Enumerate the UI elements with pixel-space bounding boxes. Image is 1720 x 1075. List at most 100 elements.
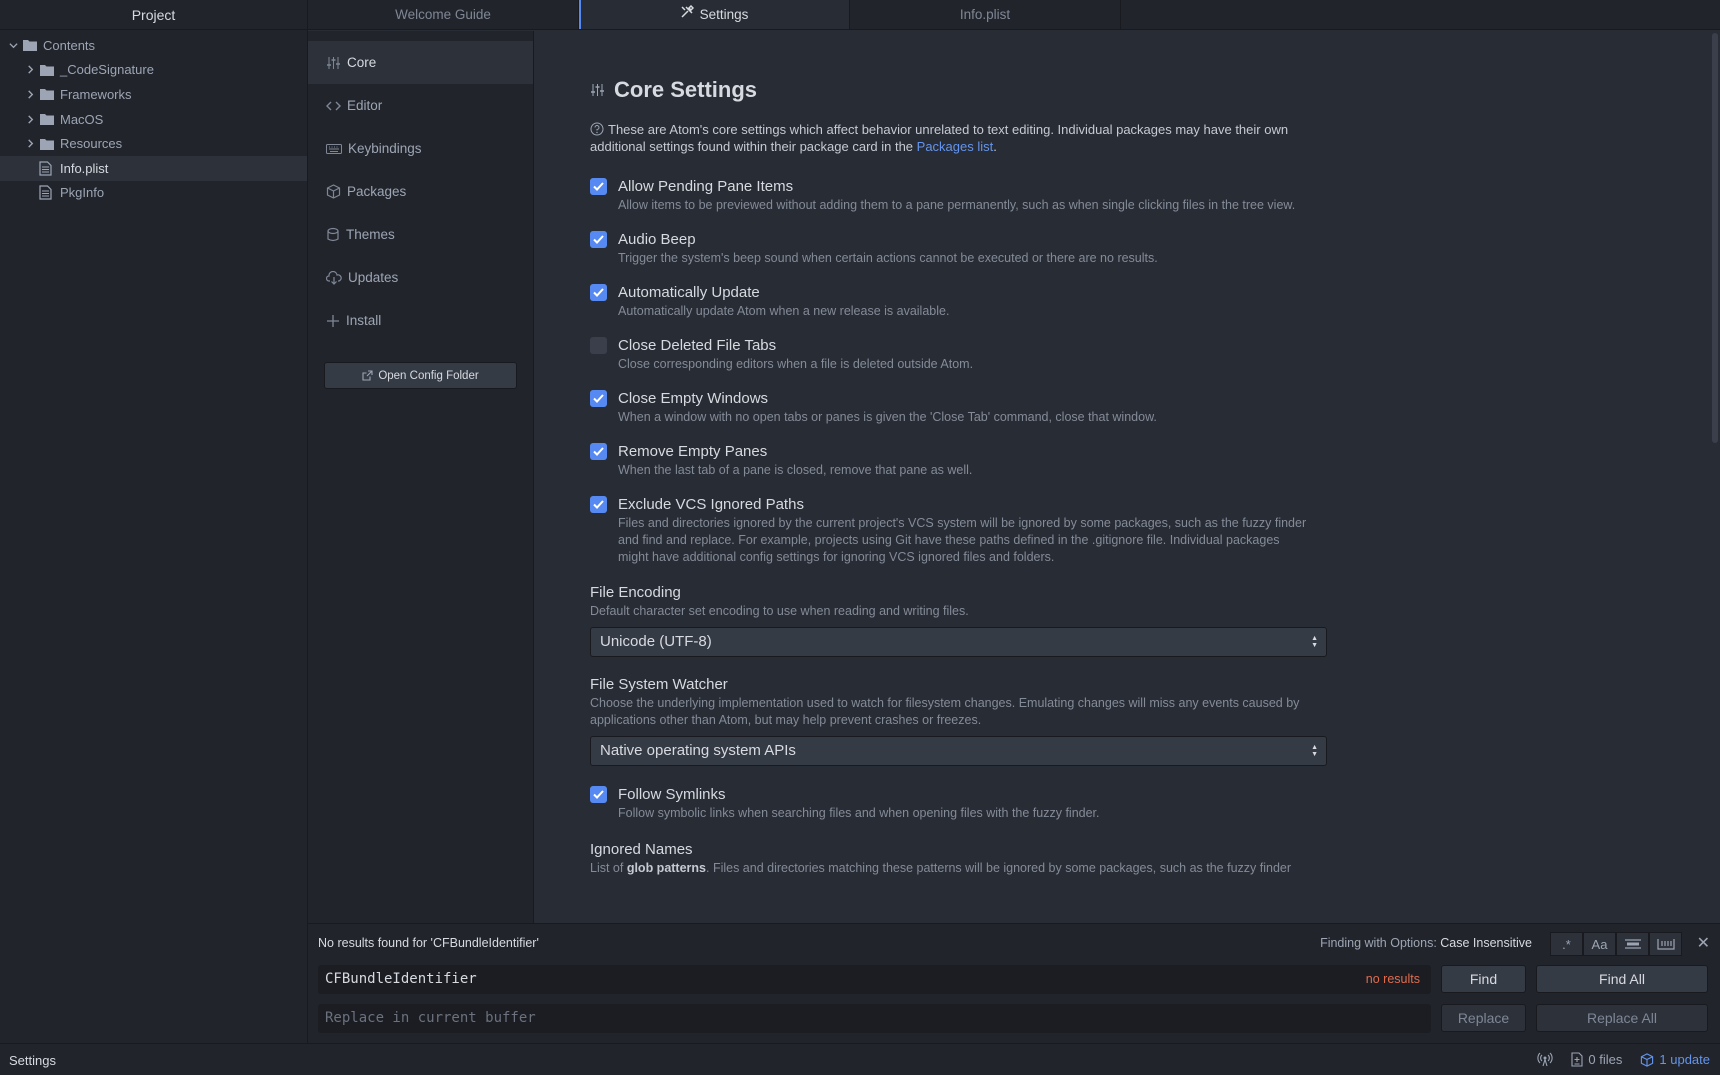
close-icon[interactable]: ✕ — [1697, 933, 1710, 953]
setting-title[interactable]: Remove Empty Panes — [618, 442, 1308, 461]
case-sensitive-toggle[interactable]: Aa — [1583, 932, 1616, 956]
no-results-badge: no results — [1365, 972, 1420, 986]
chevron-right-icon[interactable] — [23, 139, 37, 148]
checkbox[interactable] — [590, 390, 607, 407]
scrollbar[interactable] — [1712, 33, 1718, 443]
package-icon — [1641, 1052, 1654, 1067]
intro-end: . — [993, 139, 997, 154]
setting-title[interactable]: Close Deleted File Tabs — [618, 336, 1308, 355]
nav-item-updates[interactable]: Updates — [308, 256, 533, 299]
replace-all-button[interactable]: Replace All — [1536, 1004, 1708, 1032]
tab-label: Welcome Guide — [395, 6, 491, 22]
setting-desc: Files and directories ignored by the cur… — [618, 516, 1307, 564]
setting-remove-empty-panes: Remove Empty Panes When the last tab of a… — [590, 442, 1720, 479]
code-icon — [326, 101, 341, 110]
tree-item-macos[interactable]: MacOS — [0, 107, 307, 132]
paintcan-icon — [327, 227, 339, 242]
setting-desc: When a window with no open tabs or panes… — [618, 410, 1157, 424]
tab-welcome-guide[interactable]: Welcome Guide — [308, 0, 579, 29]
nav-item-editor[interactable]: Editor — [308, 84, 533, 127]
setting-close-deleted-file-tabs: Close Deleted File Tabs Close correspondi… — [590, 336, 1720, 373]
tools-icon — [680, 0, 694, 30]
nav-item-themes[interactable]: Themes — [308, 213, 533, 256]
options-value: Case Insensitive — [1440, 936, 1532, 950]
setting-file-encoding: File Encoding Default character set enco… — [590, 583, 1720, 657]
package-icon — [326, 184, 341, 199]
tab-settings[interactable]: Settings — [579, 0, 850, 29]
regex-icon: .* — [1562, 936, 1571, 952]
tree-header[interactable]: Project — [0, 0, 307, 30]
whole-word-toggle[interactable] — [1649, 932, 1682, 956]
git-files-status[interactable]: 0 files — [1571, 1052, 1622, 1067]
replace-input[interactable]: Replace in current buffer — [318, 1004, 1431, 1033]
page-title-text: Core Settings — [614, 77, 758, 102]
core-settings-panel: Core Settings These are Atom's core sett… — [535, 31, 1720, 923]
file-diff-icon — [1571, 1052, 1583, 1067]
folder-icon — [39, 86, 55, 102]
replace-button[interactable]: Replace — [1441, 1004, 1526, 1032]
tree-root[interactable]: Contents — [0, 33, 307, 58]
chevron-right-icon[interactable] — [23, 115, 37, 124]
broadcast-icon[interactable] — [1537, 1052, 1554, 1067]
nav-item-keybindings[interactable]: Keybindings — [308, 127, 533, 170]
chevron-down-icon[interactable] — [6, 41, 20, 50]
nav-label: Packages — [347, 184, 407, 199]
find-input[interactable]: CFBundleIdentifier no results — [318, 965, 1431, 994]
case-icon: Aa — [1591, 936, 1608, 952]
setting-desc: Default character set encoding to use wh… — [590, 604, 969, 618]
checkbox[interactable] — [590, 443, 607, 460]
tree-item-info-plist[interactable]: Info.plist — [0, 155, 307, 181]
find-all-button[interactable]: Find All — [1536, 965, 1708, 993]
tree-item-label: Frameworks — [60, 86, 132, 102]
folder-icon — [39, 62, 55, 78]
checkbox[interactable] — [590, 178, 607, 195]
tree-item-codesignature[interactable]: _CodeSignature — [0, 58, 307, 83]
select-arrows-icon: ▲ ▼ — [1311, 744, 1318, 758]
checkbox[interactable] — [590, 231, 607, 248]
checkbox[interactable] — [590, 786, 607, 803]
selection-only-toggle[interactable] — [1616, 932, 1649, 956]
sliders-icon — [327, 56, 340, 69]
status-left-label[interactable]: Settings — [9, 1053, 56, 1068]
check-icon — [593, 182, 604, 191]
open-config-folder-button[interactable]: Open Config Folder — [324, 362, 517, 389]
tree-item-resources[interactable]: Resources — [0, 131, 307, 156]
glob-patterns-link[interactable]: glob patterns — [627, 861, 706, 875]
chevron-right-icon[interactable] — [23, 90, 37, 99]
nav-item-install[interactable]: Install — [308, 299, 533, 342]
tree-item-pkginfo[interactable]: PkgInfo — [0, 181, 307, 206]
setting-title[interactable]: Audio Beep — [618, 230, 1308, 249]
select-value: Unicode (UTF-8) — [600, 633, 712, 650]
find-button[interactable]: Find — [1441, 965, 1526, 993]
status-right: 0 files 1 update — [1537, 1052, 1710, 1067]
file-encoding-select[interactable]: Unicode (UTF-8) ▲ ▼ — [590, 627, 1327, 657]
button-label: Find All — [1599, 971, 1645, 987]
checkbox[interactable] — [590, 284, 607, 301]
chevron-right-icon[interactable] — [23, 65, 37, 74]
button-label: Find — [1469, 971, 1498, 987]
packages-list-link[interactable]: Packages list — [917, 139, 994, 154]
nav-item-core[interactable]: Core — [308, 41, 533, 84]
nav-label: Install — [346, 313, 382, 328]
setting-exclude-vcs-ignored-paths: Exclude VCS Ignored Paths Files and direc… — [590, 495, 1720, 566]
setting-title[interactable]: Close Empty Windows — [618, 389, 1308, 408]
setting-desc: When the last tab of a pane is closed, r… — [618, 463, 973, 477]
setting-title[interactable]: Allow Pending Pane Items — [618, 177, 1308, 196]
checkbox[interactable] — [590, 496, 607, 513]
setting-title[interactable]: Follow Symlinks — [618, 785, 1308, 804]
setting-allow-pending-pane-items: Allow Pending Pane Items Allow items to b… — [590, 177, 1720, 214]
tree-item-frameworks[interactable]: Frameworks — [0, 82, 307, 107]
tab-bar: Welcome Guide Settings Info.plist — [308, 0, 1720, 30]
file-system-watcher-select[interactable]: Native operating system APIs ▲ ▼ — [590, 736, 1327, 766]
regex-toggle[interactable]: .* — [1550, 932, 1583, 956]
page-title: Core Settings — [590, 75, 1720, 105]
find-options-label: Finding with Options: Case Insensitive — [1320, 936, 1532, 950]
setting-desc: Trigger the system's beep sound when cer… — [618, 251, 1158, 265]
nav-item-packages[interactable]: Packages — [308, 170, 533, 213]
package-updates-status[interactable]: 1 update — [1640, 1052, 1710, 1067]
setting-title[interactable]: Exclude VCS Ignored Paths — [618, 495, 1308, 514]
tab-info-plist[interactable]: Info.plist — [850, 0, 1121, 29]
setting-title[interactable]: Automatically Update — [618, 283, 1308, 302]
checkbox[interactable] — [590, 337, 607, 354]
tab-label: Info.plist — [959, 6, 1011, 22]
